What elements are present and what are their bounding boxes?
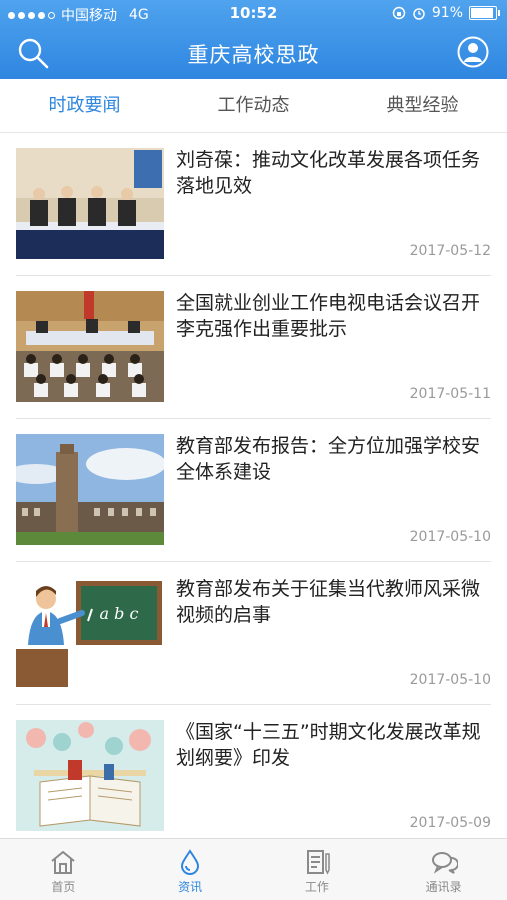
news-item[interactable]: 《国家“十三五”时期文化发展改革规划纲要》印发 2017-05-09 — [16, 705, 491, 848]
news-item[interactable]: a b c 教育部发布关于征集当代教师风采微视频的启事 2017-05-10 — [16, 562, 491, 705]
nav-work[interactable]: 工作 — [254, 839, 381, 900]
page-title: 重庆高校思政 — [187, 43, 320, 67]
news-date: 2017-05-10 — [409, 529, 491, 545]
news-thumbnail: a b c — [16, 577, 164, 688]
nav-news[interactable]: 资讯 — [127, 839, 254, 900]
news-title: 教育部发布报告：全方位加强学校安全体系建设 — [176, 435, 481, 483]
news-title: 《国家“十三五”时期文化发展改革规划纲要》印发 — [176, 721, 481, 769]
news-list: 刘奇葆：推动文化改革发展各项任务落地见效 2017-05-12 全国就业创业工作… — [0, 133, 507, 848]
news-title: 教育部发布关于征集当代教师风采微视频的启事 — [176, 578, 481, 626]
status-bar: 中国移动 4G 10:52 91% — [0, 0, 507, 26]
nav-contacts[interactable]: 通讯录 — [380, 839, 507, 900]
news-date: 2017-05-09 — [409, 815, 491, 831]
drop-icon — [181, 849, 200, 875]
news-title: 全国就业创业工作电视电话会议召开 李克强作出重要批示 — [176, 292, 481, 340]
news-thumbnail — [16, 148, 164, 259]
bottom-tab-bar: 首页 资讯 工作 通讯录 — [0, 838, 507, 900]
tab-politics-news[interactable]: 时政要闻 — [0, 79, 169, 132]
category-tabs: 时政要闻 工作动态 典型经验 — [0, 79, 507, 133]
news-item[interactable]: 全国就业创业工作电视电话会议召开 李克强作出重要批示 2017-05-11 — [16, 276, 491, 419]
chat-icon — [431, 852, 458, 874]
document-icon — [306, 850, 330, 875]
nav-contacts-label: 通讯录 — [425, 880, 462, 894]
news-date: 2017-05-10 — [409, 672, 491, 688]
battery-icon — [469, 6, 500, 20]
nav-news-label: 资讯 — [178, 880, 203, 894]
news-thumbnail — [16, 720, 164, 831]
user-profile-icon[interactable] — [457, 36, 489, 68]
app-header: 重庆高校思政 — [0, 26, 507, 79]
news-thumbnail — [16, 291, 164, 402]
battery-percent: 91% — [431, 5, 463, 21]
app-header-bar: 中国移动 4G 10:52 91% 重庆高校思政 — [0, 0, 507, 79]
rotation-lock-icon — [392, 6, 406, 20]
news-date: 2017-05-11 — [409, 386, 491, 402]
nav-home-label: 首页 — [51, 880, 76, 894]
news-item[interactable]: 教育部发布报告：全方位加强学校安全体系建设 2017-05-10 — [16, 419, 491, 562]
nav-home[interactable]: 首页 — [0, 839, 127, 900]
tab-typical-experience[interactable]: 典型经验 — [338, 79, 507, 132]
news-item[interactable]: 刘奇葆：推动文化改革发展各项任务落地见效 2017-05-12 — [16, 133, 491, 276]
news-thumbnail — [16, 434, 164, 545]
board-text: a b c — [100, 604, 139, 623]
nav-work-label: 工作 — [304, 880, 329, 894]
news-title: 刘奇葆：推动文化改革发展各项任务落地见效 — [176, 149, 481, 197]
tab-work-updates[interactable]: 工作动态 — [169, 79, 338, 132]
news-date: 2017-05-12 — [409, 243, 491, 259]
alarm-icon — [413, 8, 425, 20]
home-icon — [51, 851, 76, 874]
